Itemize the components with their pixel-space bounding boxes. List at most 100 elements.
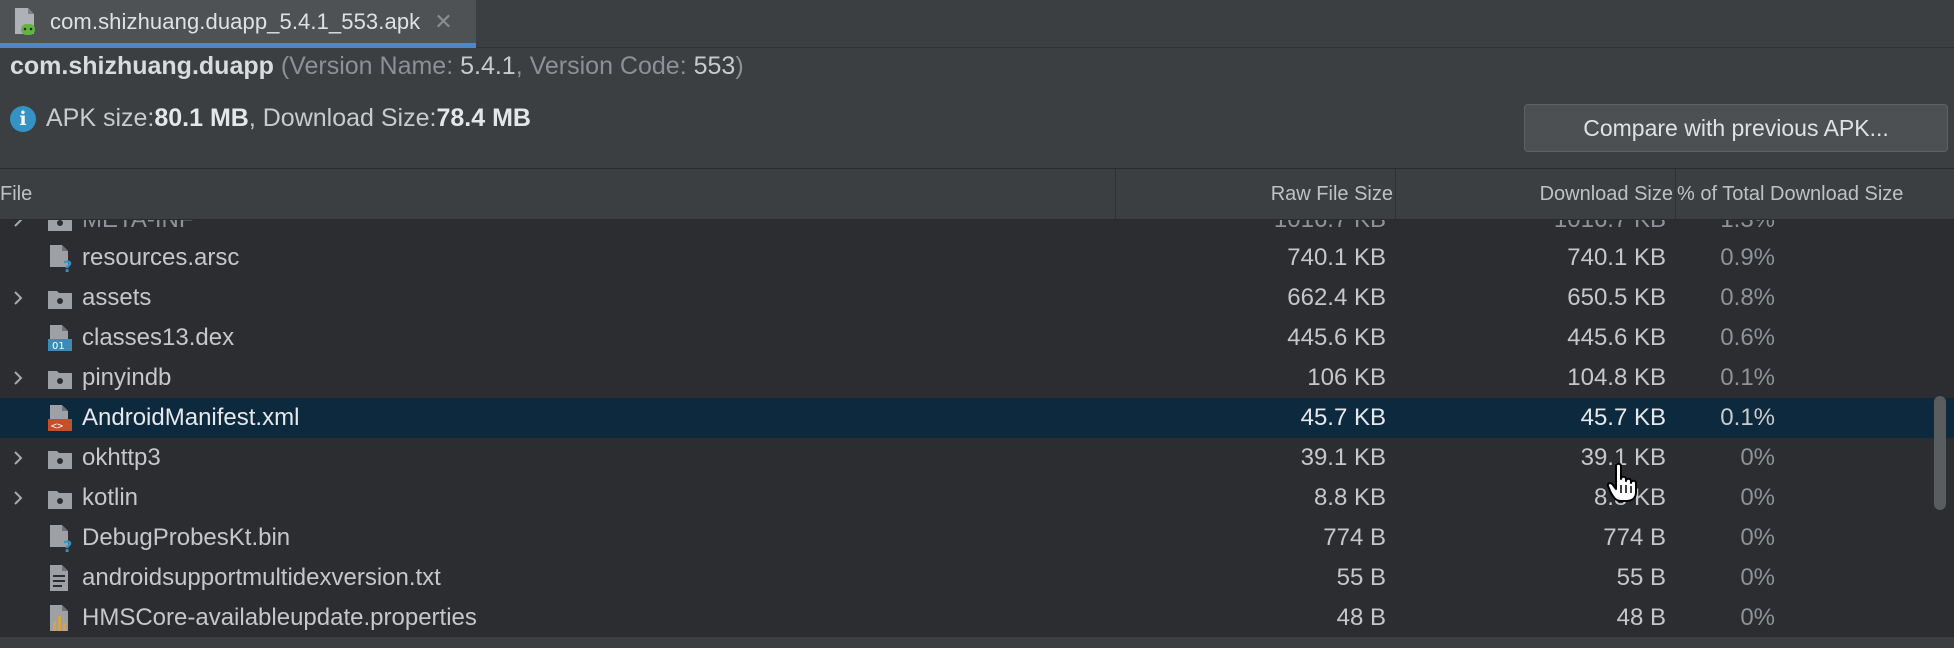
table-row[interactable]: ? DebugProbesKt.bin 774 B 774 B 0% <box>0 518 1954 558</box>
file-name: DebugProbesKt.bin <box>82 524 291 551</box>
download-percent: 0% <box>1740 604 1775 631</box>
file-name: classes13.dex <box>82 324 235 351</box>
file-name: AndroidManifest.xml <box>82 404 300 431</box>
table-row[interactable]: kotlin 8.8 KB 8.8 KB 0% <box>0 478 1954 518</box>
raw-file-size: 662.4 KB <box>1287 284 1386 311</box>
raw-file-size: 39.1 KB <box>1300 444 1386 471</box>
download-size: 104.8 KB <box>1567 364 1666 391</box>
download-size: 1016.7 KB <box>1554 220 1666 234</box>
dex-file-icon: 01 <box>48 325 72 352</box>
apk-size-summary: i APK size: 80.1 MB, Download Size: 78.4 … <box>10 104 531 133</box>
package-name: com.shizhuang.duapp <box>10 52 274 80</box>
table-row[interactable]: androidsupportmultidexversion.txt 55 B 5… <box>0 558 1954 598</box>
unknown-file-icon: ? <box>50 525 72 553</box>
download-size: 445.6 KB <box>1567 324 1666 351</box>
file-name: pinyindb <box>82 364 172 391</box>
file-tree-table[interactable]: META-INF 1016.7 KB 1016.7 KB 1.3% ? reso… <box>0 220 1954 636</box>
apk-size-label: APK size: <box>46 104 155 132</box>
chevron-right-icon[interactable] <box>10 290 26 306</box>
table-header: File Raw File Size Download Size % of To… <box>0 168 1954 220</box>
raw-file-size: 55 B <box>1336 564 1386 591</box>
download-percent: 0.1% <box>1720 364 1775 391</box>
download-size: 740.1 KB <box>1567 244 1666 271</box>
package-summary: com.shizhuang.duapp (Version Name: 5.4.1… <box>10 52 744 81</box>
tab-title: com.shizhuang.duapp_5.4.1_553.apk <box>50 8 421 34</box>
info-icon: i <box>10 105 36 132</box>
version-code-label: , Version Code: <box>515 52 694 80</box>
raw-file-size: 740.1 KB <box>1287 244 1386 271</box>
column-header-percent-download[interactable]: % of Total Download Size <box>1675 169 1935 219</box>
svg-text:?: ? <box>63 257 72 273</box>
download-size: 650.5 KB <box>1567 284 1666 311</box>
version-code: 553 <box>693 52 736 80</box>
download-percent: 0% <box>1740 564 1775 591</box>
table-row[interactable]: HMSCore-availableupdate.properties 48 B … <box>0 598 1954 636</box>
apk-file-tab[interactable]: com.shizhuang.duapp_5.4.1_553.apk ✕ <box>0 0 476 48</box>
table-row[interactable]: META-INF 1016.7 KB 1016.7 KB 1.3% <box>0 220 1954 240</box>
raw-file-size: 106 KB <box>1307 364 1386 391</box>
folder-icon <box>48 220 72 231</box>
download-size: 774 B <box>1603 524 1666 551</box>
chevron-right-icon[interactable] <box>10 490 26 506</box>
properties-file-icon <box>50 605 68 631</box>
download-percent: 1.3% <box>1720 220 1775 234</box>
close-icon[interactable]: ✕ <box>434 10 452 33</box>
file-name: kotlin <box>82 484 139 511</box>
folder-icon <box>48 291 72 309</box>
unknown-file-icon: ? <box>50 245 72 273</box>
chevron-right-icon[interactable] <box>10 220 26 228</box>
file-name: resources.arsc <box>82 244 240 271</box>
table-row[interactable]: pinyindb 106 KB 104.8 KB 0.1% <box>0 358 1954 398</box>
download-percent: 0.9% <box>1720 244 1775 271</box>
version-name-label: (Version Name: <box>273 52 461 80</box>
column-header-download-size[interactable]: Download Size <box>1395 169 1675 219</box>
horizontal-scroll-strip[interactable] <box>0 636 1954 648</box>
file-name: androidsupportmultidexversion.txt <box>82 564 441 591</box>
raw-file-size: 445.6 KB <box>1287 324 1386 351</box>
file-name: META-INF <box>82 220 194 234</box>
file-name: HMSCore-availableupdate.properties <box>82 604 477 631</box>
download-percent: 0.8% <box>1720 284 1775 311</box>
apk-file-icon <box>12 7 38 37</box>
raw-file-size: 1016.7 KB <box>1274 220 1386 234</box>
download-size-value: 78.4 MB <box>436 104 531 132</box>
file-name: assets <box>82 284 152 311</box>
chevron-right-icon[interactable] <box>10 450 26 466</box>
hand-pointer-cursor-icon <box>1606 462 1637 502</box>
svg-text:<>: <> <box>51 421 63 432</box>
file-name: okhttp3 <box>82 444 161 471</box>
download-percent: 0.1% <box>1720 404 1775 431</box>
download-size: 48 B <box>1616 604 1666 631</box>
raw-file-size: 48 B <box>1336 604 1386 631</box>
table-row-selected[interactable]: <> AndroidManifest.xml 45.7 KB 45.7 KB 0… <box>0 398 1954 438</box>
download-percent: 0% <box>1740 444 1775 471</box>
compare-with-previous-apk-button[interactable]: Compare with previous APK... <box>1524 104 1948 152</box>
text-file-icon <box>50 565 68 591</box>
download-percent: 0% <box>1740 484 1775 511</box>
download-size-label: , Download Size: <box>248 104 437 132</box>
table-row[interactable]: ? resources.arsc 740.1 KB 740.1 KB 0.9% <box>0 238 1954 278</box>
download-percent: 0.6% <box>1720 324 1775 351</box>
table-row[interactable]: okhttp3 39.1 KB 39.1 KB 0% <box>0 438 1954 478</box>
table-row[interactable]: assets 662.4 KB 650.5 KB 0.8% <box>0 278 1954 318</box>
download-percent: 0% <box>1740 524 1775 551</box>
column-header-file[interactable]: File <box>0 169 32 219</box>
download-size: 45.7 KB <box>1580 404 1666 431</box>
xml-file-icon: <> <box>48 405 72 432</box>
folder-icon <box>48 491 72 509</box>
svg-text:01: 01 <box>52 341 65 352</box>
download-size: 55 B <box>1616 564 1666 591</box>
close-paren: ) <box>735 52 744 80</box>
raw-file-size: 8.8 KB <box>1313 484 1386 511</box>
raw-file-size: 774 B <box>1323 524 1386 551</box>
editor-tab-strip: com.shizhuang.duapp_5.4.1_553.apk ✕ <box>0 0 1954 48</box>
folder-icon <box>48 371 72 389</box>
table-row[interactable]: 01 classes13.dex 445.6 KB 445.6 KB 0.6% <box>0 318 1954 358</box>
version-name: 5.4.1 <box>460 52 516 80</box>
vertical-scrollbar[interactable] <box>1934 396 1946 510</box>
raw-file-size: 45.7 KB <box>1300 404 1386 431</box>
chevron-right-icon[interactable] <box>10 370 26 386</box>
column-header-raw-file-size[interactable]: Raw File Size <box>1115 169 1395 219</box>
folder-icon <box>48 451 72 469</box>
svg-text:?: ? <box>63 537 72 553</box>
